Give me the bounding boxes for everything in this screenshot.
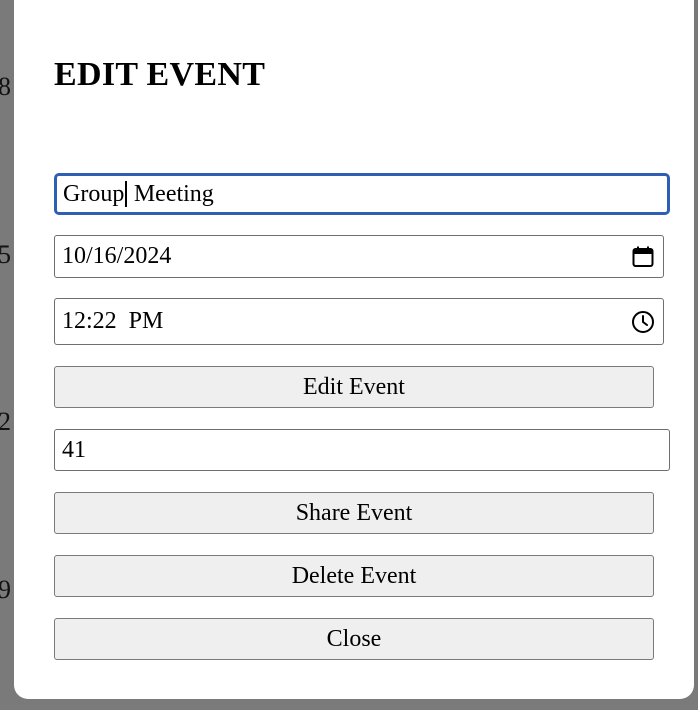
share-input[interactable]: 41 (54, 429, 670, 471)
edit-event-button[interactable]: Edit Event (54, 366, 654, 408)
event-date-value: 10/16/2024 (62, 243, 172, 269)
event-name-input[interactable]: Group Meeting (54, 173, 670, 215)
clock-icon[interactable] (631, 310, 655, 334)
close-button[interactable]: Close (54, 618, 654, 660)
event-name-text-before-caret: Group (63, 180, 125, 207)
calendar-icon[interactable] (631, 245, 655, 269)
text-caret (125, 181, 127, 207)
delete-event-button[interactable]: Delete Event (54, 555, 654, 597)
background-digit: 8 (0, 72, 11, 101)
background-digit: 9 (0, 575, 11, 604)
share-input-value: 41 (62, 436, 86, 463)
background-digit: 2 (0, 407, 11, 436)
modal-title: EDIT EVENT (54, 56, 266, 93)
event-date-input[interactable]: 10/16/2024 (54, 235, 664, 278)
background-digit: 5 (0, 240, 11, 269)
event-time-input[interactable]: 12:22 PM (54, 298, 664, 345)
edit-event-modal: EDIT EVENT Group Meeting 10/16/2024 12:2… (14, 0, 694, 699)
share-event-button[interactable]: Share Event (54, 492, 654, 534)
event-time-value: 12:22 PM (62, 308, 164, 334)
event-name-text-after-caret: Meeting (127, 180, 214, 207)
